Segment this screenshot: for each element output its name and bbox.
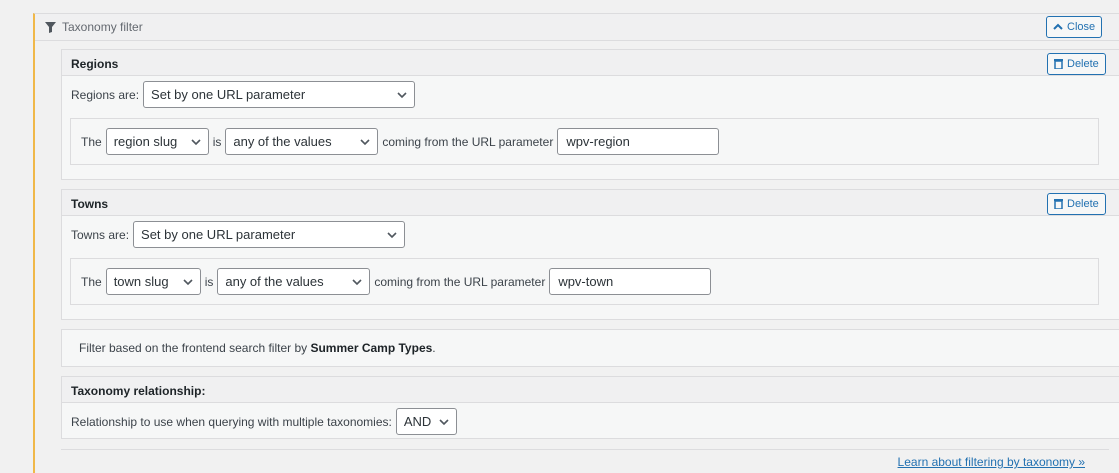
- close-button[interactable]: Close: [1046, 16, 1103, 38]
- frontend-note-text: Filter based on the frontend search filt…: [79, 341, 436, 355]
- regions-mode-value: Set by one URL parameter: [151, 87, 306, 102]
- relationship-select[interactable]: AND: [395, 408, 457, 435]
- regions-delete-button[interactable]: Delete: [1047, 53, 1106, 75]
- regions-mode-row: Regions are: Set by one URL parameter: [71, 81, 416, 108]
- frontend-note-taxonomy: Summer Camp Types: [310, 341, 433, 355]
- frontend-note-box: Filter based on the frontend search filt…: [61, 329, 1119, 367]
- regions-operator-select[interactable]: any of the values: [225, 128, 379, 155]
- towns-operator-select[interactable]: any of the values: [217, 268, 371, 295]
- chevron-up-icon: [1053, 22, 1063, 32]
- close-button-label: Close: [1067, 21, 1096, 33]
- towns-field-value: town slug: [113, 274, 169, 289]
- chevron-down-icon: [352, 279, 362, 286]
- chevron-down-icon: [360, 139, 370, 146]
- funnel-icon: [45, 21, 56, 33]
- regions-are-label: Regions are:: [71, 87, 140, 102]
- regions-url-param-input[interactable]: wpv-region: [557, 128, 720, 155]
- towns-the-label: The: [81, 274, 102, 289]
- relationship-title: Taxonomy relationship:: [62, 377, 1119, 403]
- towns-section: Towns Delete Towns are: Set by one URL p…: [61, 189, 1119, 320]
- taxonomy-filter-panel: Taxonomy filter Close Regions Delete Reg…: [33, 13, 1119, 473]
- towns-condition-box: The town slug is any of the values comin…: [70, 258, 1099, 305]
- towns-delete-label: Delete: [1067, 198, 1099, 210]
- towns-are-label: Towns are:: [71, 227, 130, 242]
- chevron-down-icon: [397, 92, 407, 99]
- bottom-divider: [61, 449, 1109, 450]
- regions-condition-row: The region slug is any of the values com…: [81, 128, 720, 155]
- regions-coming-label: coming from the URL parameter: [382, 134, 554, 149]
- regions-field-value: region slug: [113, 134, 178, 149]
- regions-condition-box: The region slug is any of the values com…: [70, 118, 1099, 165]
- chevron-down-icon: [191, 139, 201, 146]
- regions-field-select[interactable]: region slug: [105, 128, 209, 155]
- relationship-section: Taxonomy relationship: Relationship to u…: [61, 376, 1119, 439]
- chevron-down-icon: [439, 419, 449, 426]
- relationship-value: AND: [403, 414, 432, 429]
- regions-is-label: is: [212, 134, 222, 149]
- chevron-down-icon: [387, 232, 397, 239]
- towns-coming-label: coming from the URL parameter: [374, 274, 546, 289]
- towns-mode-row: Towns are: Set by one URL parameter: [71, 221, 406, 248]
- regions-section: Regions Delete Regions are: Set by one U…: [61, 49, 1119, 180]
- relationship-row: Relationship to use when querying with m…: [71, 408, 457, 435]
- panel-header: Taxonomy filter Close: [35, 14, 1119, 41]
- towns-delete-button[interactable]: Delete: [1047, 193, 1106, 215]
- towns-title: Towns: [62, 190, 1119, 216]
- regions-mode-select[interactable]: Set by one URL parameter: [143, 81, 416, 108]
- trash-icon: [1054, 199, 1063, 209]
- towns-mode-value: Set by one URL parameter: [141, 227, 296, 242]
- relationship-label: Relationship to use when querying with m…: [71, 414, 392, 429]
- towns-field-select[interactable]: town slug: [105, 268, 201, 295]
- regions-the-label: The: [81, 134, 102, 149]
- panel-title: Taxonomy filter: [45, 20, 143, 34]
- regions-operator-value: any of the values: [233, 134, 332, 149]
- regions-delete-label: Delete: [1067, 58, 1099, 70]
- learn-filtering-link[interactable]: Learn about filtering by taxonomy »: [898, 455, 1085, 469]
- panel-title-text: Taxonomy filter: [62, 20, 143, 34]
- trash-icon: [1054, 59, 1063, 69]
- towns-url-param-input[interactable]: wpv-town: [549, 268, 712, 295]
- towns-mode-select[interactable]: Set by one URL parameter: [133, 221, 406, 248]
- frontend-note-prefix: Filter based on the frontend search filt…: [79, 341, 311, 355]
- towns-is-label: is: [204, 274, 214, 289]
- chevron-down-icon: [183, 279, 193, 286]
- towns-condition-row: The town slug is any of the values comin…: [81, 268, 712, 295]
- frontend-note-suffix: .: [432, 341, 436, 355]
- towns-operator-value: any of the values: [225, 274, 324, 289]
- regions-title: Regions: [62, 50, 1119, 76]
